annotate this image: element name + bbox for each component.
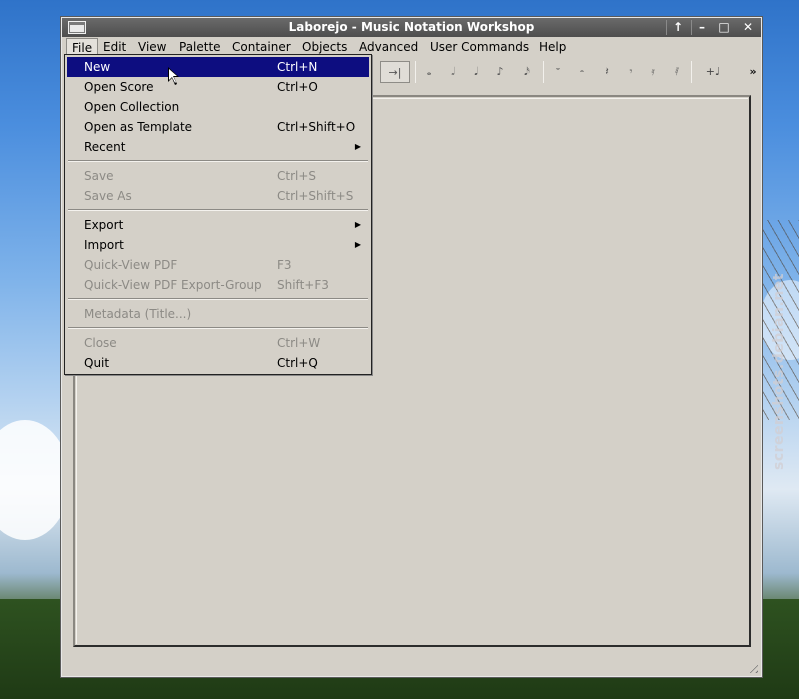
menu-item-label: Open as Template [84, 120, 193, 134]
menu-item-label: Quick-View PDF Export-Group [84, 278, 262, 292]
eighth-note-button[interactable]: ♪ [489, 61, 511, 83]
menu-help[interactable]: Help [534, 38, 571, 57]
add-note-button[interactable]: +♩ [700, 61, 726, 83]
close-icon[interactable]: ✕ [738, 20, 758, 35]
resize-grip[interactable] [746, 661, 758, 673]
file-menu-item-save-as: Save As Ctrl+Shift+S [67, 186, 369, 206]
menu-item-label: Metadata (Title...) [84, 307, 192, 321]
file-menu-item-recent[interactable]: Recent ▶ [67, 137, 369, 157]
whole-note-button[interactable]: 𝅝 [418, 61, 440, 83]
menu-item-label: Save [84, 169, 114, 183]
menu-item-label: Close [84, 336, 117, 350]
menu-item-label: Recent [84, 140, 126, 154]
toolbar-overflow-button[interactable]: » [742, 61, 764, 83]
menu-item-shortcut: Ctrl+O [277, 80, 318, 94]
eighth-rest-button[interactable]: 𝄾 [620, 61, 642, 83]
menu-item-shortcut: Ctrl+W [277, 336, 321, 350]
menu-separator [68, 160, 368, 162]
minimize-icon[interactable]: – [692, 20, 712, 35]
sixteenth-rest-button[interactable]: 𝄿 [642, 61, 664, 83]
menu-separator [68, 298, 368, 300]
file-menu-dropdown: New Ctrl+N Open Score Ctrl+O Open Collec… [64, 54, 372, 375]
file-menu-item-quit[interactable]: Quit Ctrl+Q [67, 353, 369, 373]
file-menu-item-quick-view-pdf: Quick-View PDF F3 [67, 255, 369, 275]
submenu-arrow-icon: ▶ [354, 220, 361, 229]
menu-item-shortcut: Shift+F3 [277, 278, 329, 292]
menu-item-shortcut: Ctrl+Shift+O [277, 120, 356, 134]
keep-above-icon[interactable]: ↑ [668, 20, 688, 35]
thirtysecond-rest-button[interactable]: 𝅀 [666, 61, 688, 83]
menu-item-label: Quit [84, 356, 110, 370]
menu-item-label: Import [84, 238, 124, 252]
menu-item-label: Quick-View PDF [84, 258, 178, 272]
tab-end-button[interactable]: →| [380, 61, 410, 83]
file-menu-item-close: Close Ctrl+W [67, 333, 369, 353]
menu-item-label: New [84, 60, 111, 74]
file-menu-item-open-as-template[interactable]: Open as Template Ctrl+Shift+O [67, 117, 369, 137]
file-menu-item-metadata: Metadata (Title...) [67, 304, 369, 324]
toolbar-separator [543, 61, 544, 83]
menu-item-shortcut: F3 [277, 258, 292, 272]
menu-item-label: Open Score [84, 80, 154, 94]
whole-rest-button[interactable]: 𝄻 [547, 61, 569, 83]
quarter-note-button[interactable]: 𝅘𝅥 [465, 61, 487, 83]
menu-separator [68, 327, 368, 329]
menu-separator [68, 209, 368, 211]
file-menu-item-new[interactable]: New Ctrl+N [67, 57, 369, 77]
menu-item-shortcut: Ctrl+S [277, 169, 317, 183]
menu-user-commands[interactable]: User Commands [425, 38, 534, 57]
menu-item-shortcut: Ctrl+Q [277, 356, 318, 370]
file-menu-item-import[interactable]: Import ▶ [67, 235, 369, 255]
menu-item-label: Export [84, 218, 124, 232]
toolbar-separator [415, 61, 416, 83]
menu-item-shortcut: Ctrl+N [277, 60, 318, 74]
watermark: screenshots.debian.net [771, 273, 787, 470]
title-bar[interactable]: Laborejo - Music Notation Workshop ↑ – □… [62, 18, 761, 37]
file-menu-item-quick-view-pdf-export-group: Quick-View PDF Export-Group Shift+F3 [67, 275, 369, 295]
submenu-arrow-icon: ▶ [354, 240, 361, 249]
half-rest-button[interactable]: 𝄼 [571, 61, 593, 83]
menu-item-label: Save As [84, 189, 132, 203]
half-note-button[interactable]: 𝅗𝅥 [442, 61, 464, 83]
toolbar-separator [691, 61, 692, 83]
file-menu-item-open-score[interactable]: Open Score Ctrl+O [67, 77, 369, 97]
file-menu-item-save: Save Ctrl+S [67, 166, 369, 186]
submenu-arrow-icon: ▶ [354, 142, 361, 151]
file-menu-item-open-collection[interactable]: Open Collection [67, 97, 369, 117]
menu-item-label: Open Collection [84, 100, 180, 114]
window-title: Laborejo - Music Notation Workshop [288, 20, 535, 34]
file-menu-item-export[interactable]: Export ▶ [67, 215, 369, 235]
menu-item-shortcut: Ctrl+Shift+S [277, 189, 354, 203]
sixteenth-note-button[interactable]: 𝅘𝅥𝅯 [516, 61, 538, 83]
titlebar-separator [666, 20, 667, 35]
maximize-icon[interactable]: □ [714, 20, 734, 35]
quarter-rest-button[interactable]: 𝄽 [596, 61, 618, 83]
